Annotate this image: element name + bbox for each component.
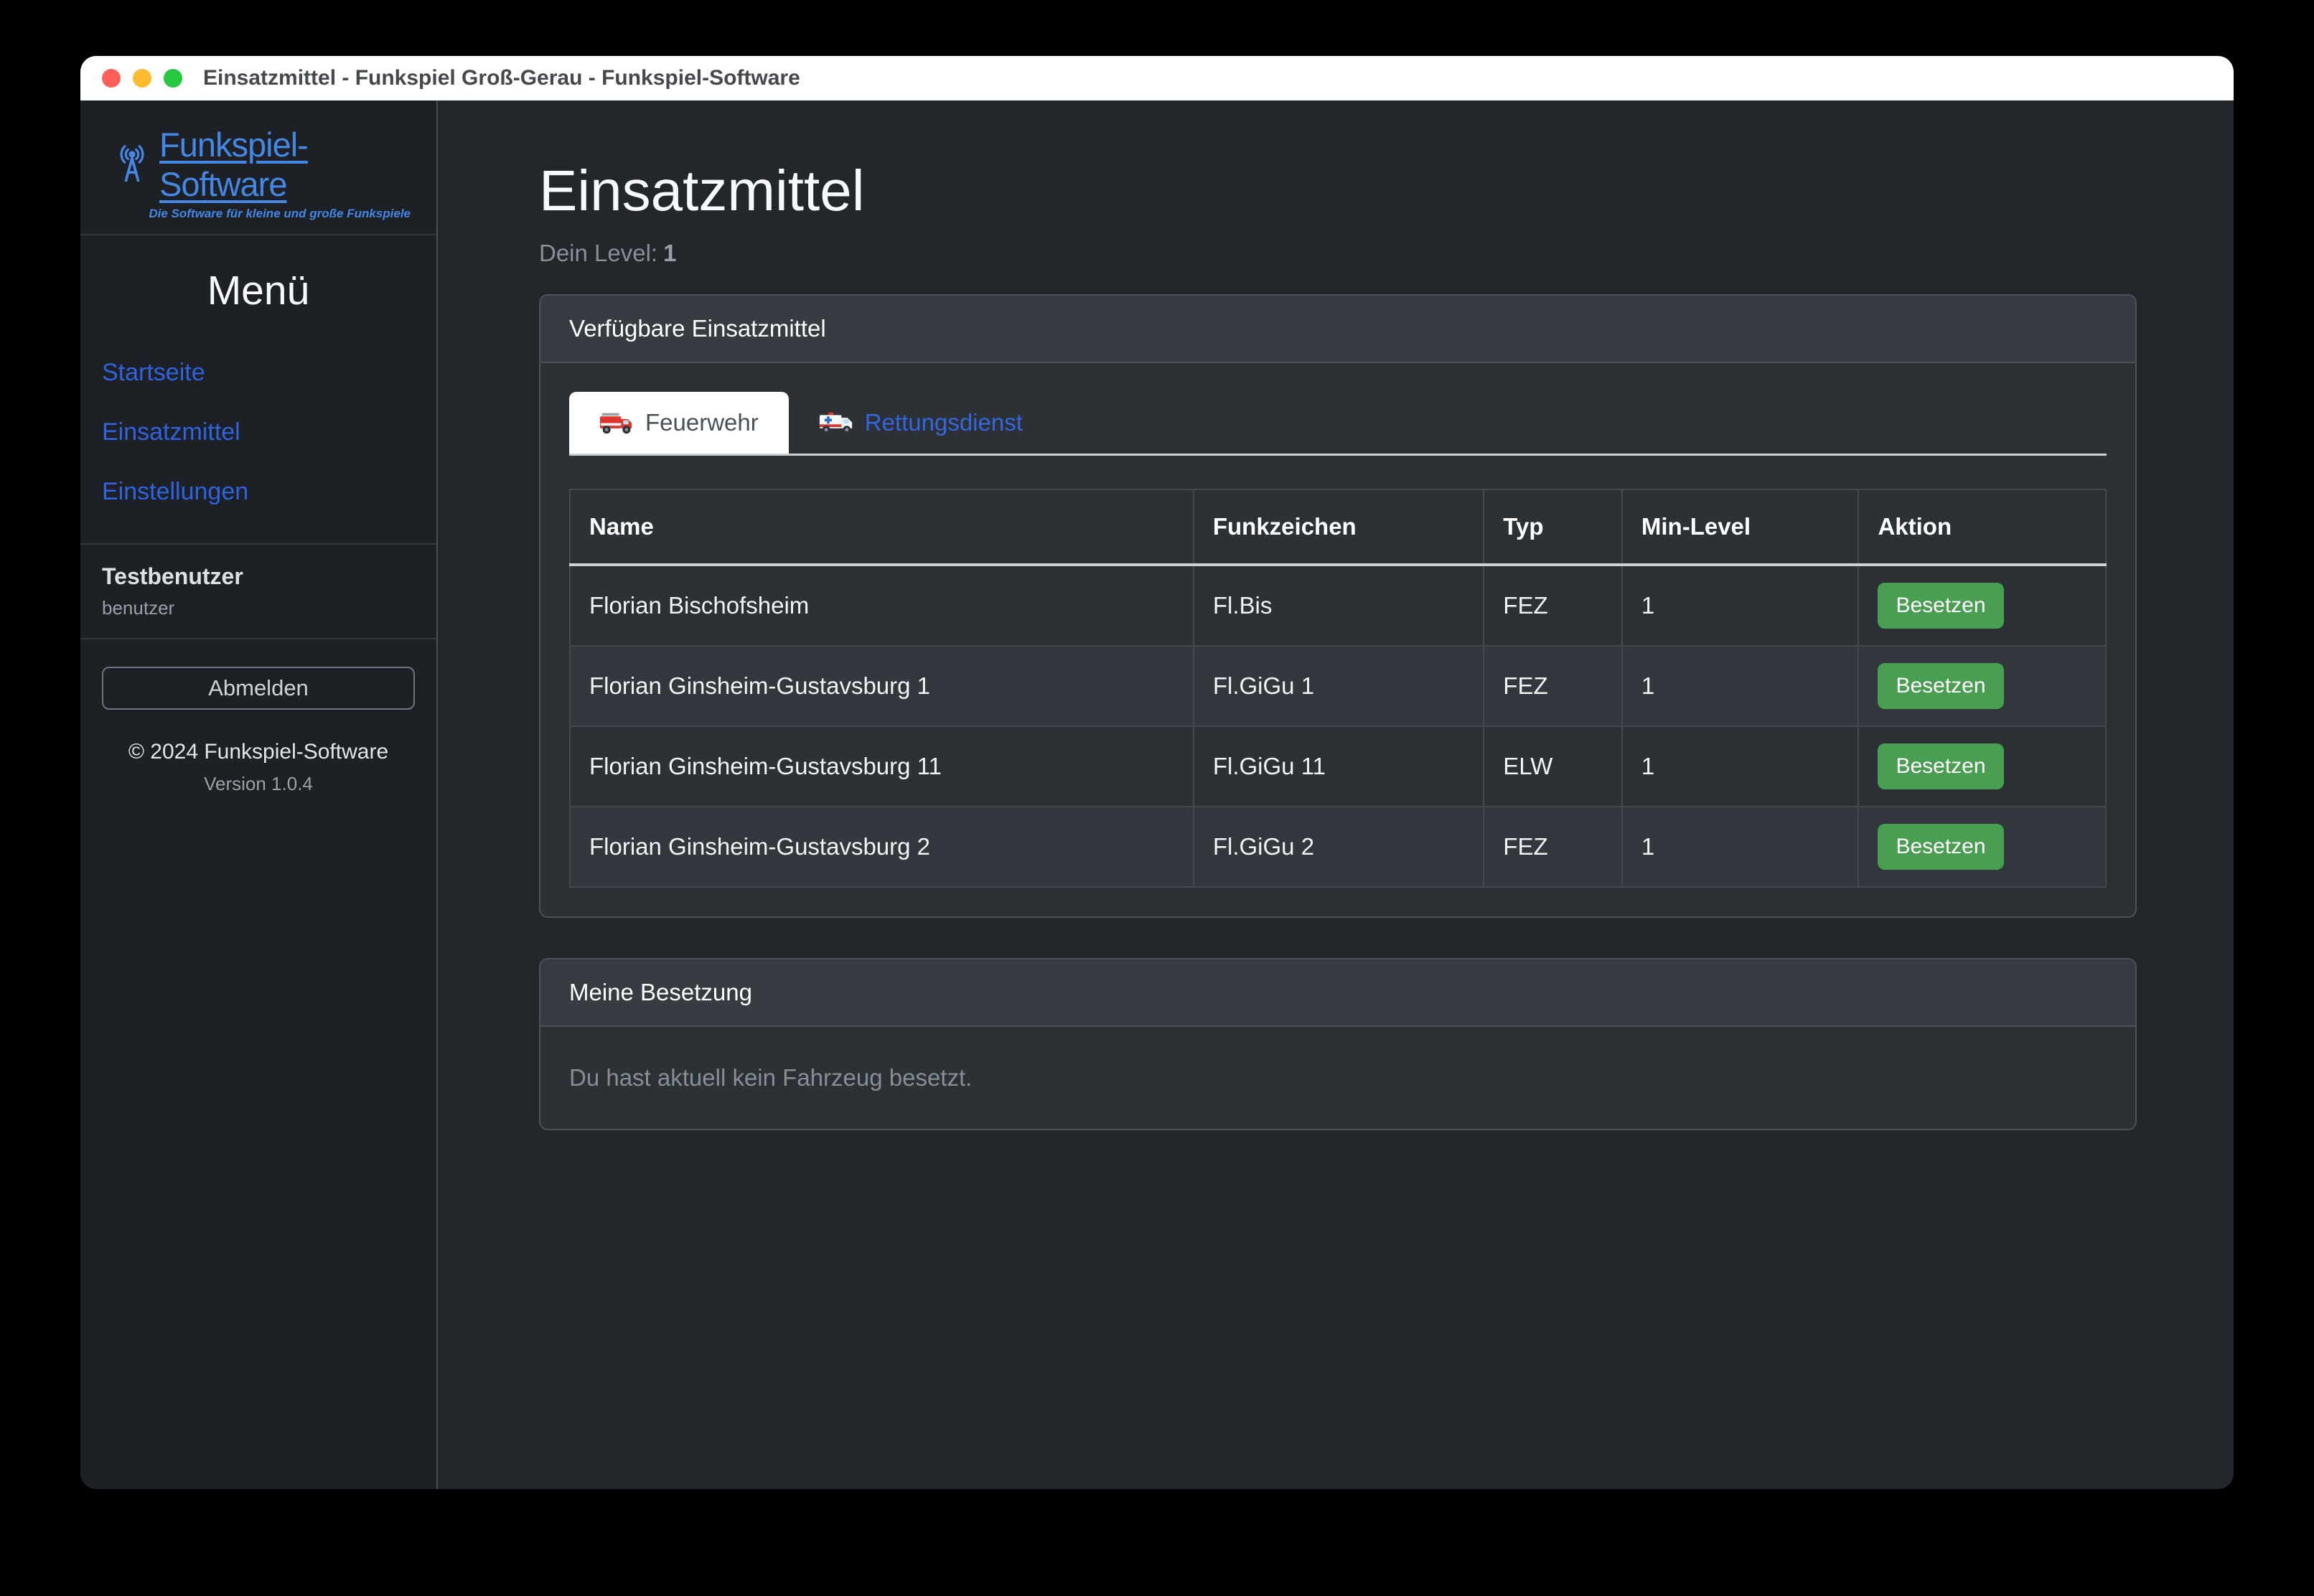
besetzen-button[interactable]: Besetzen — [1878, 824, 2003, 870]
available-card: Verfügbare Einsatzmittel — [539, 294, 2137, 918]
sidebar: Funkspiel-Software Die Software für klei… — [80, 100, 438, 1489]
cell-min-level: 1 — [1622, 565, 1859, 646]
copyright: © 2024 Funkspiel-Software — [80, 740, 436, 764]
user-block: Testbenutzer benutzer — [80, 543, 436, 639]
cell-aktion: Besetzen — [1858, 565, 2106, 646]
logo-tagline: Die Software für kleine und große Funksp… — [112, 207, 411, 221]
app-window: Einsatzmittel - Funkspiel Groß-Gerau - F… — [80, 56, 2234, 1489]
logout-button[interactable]: Abmelden — [102, 667, 415, 710]
column-header-typ: Typ — [1484, 489, 1622, 565]
cell-min-level: 1 — [1622, 646, 1859, 726]
cell-aktion: Besetzen — [1858, 807, 2106, 887]
antenna-icon — [112, 142, 152, 187]
column-header-min-level: Min-Level — [1622, 489, 1859, 565]
fire-truck-icon — [599, 410, 634, 436]
ambulance-icon — [819, 410, 853, 436]
table-row: Florian Ginsheim-Gustavsburg 11 Fl.GiGu … — [570, 726, 2106, 807]
zoom-button[interactable] — [164, 69, 182, 88]
occupancy-card-header: Meine Besetzung — [540, 959, 2135, 1027]
minimize-button[interactable] — [133, 69, 151, 88]
close-button[interactable] — [102, 69, 121, 88]
table-row: Florian Bischofsheim Fl.Bis FEZ 1 Besetz… — [570, 565, 2106, 646]
sidebar-item-einsatzmittel[interactable]: Einsatzmittel — [80, 403, 436, 462]
cell-name: Florian Ginsheim-Gustavsburg 11 — [570, 726, 1194, 807]
cell-typ: ELW — [1484, 726, 1622, 807]
occupancy-empty-text: Du hast aktuell kein Fahrzeug besetzt. — [569, 1064, 2107, 1092]
level-value: 1 — [663, 240, 676, 266]
column-header-aktion: Aktion — [1858, 489, 2106, 565]
cell-aktion: Besetzen — [1858, 646, 2106, 726]
resources-table: Name Funkzeichen Typ Min-Level Aktion Fl… — [569, 489, 2107, 888]
sidebar-item-startseite[interactable]: Startseite — [80, 343, 436, 403]
user-role: benutzer — [102, 597, 415, 619]
cell-funkzeichen: Fl.GiGu 2 — [1194, 807, 1484, 887]
window-titlebar: Einsatzmittel - Funkspiel Groß-Gerau - F… — [80, 56, 2234, 100]
version: Version 1.0.4 — [80, 773, 436, 795]
cell-funkzeichen: Fl.GiGu 11 — [1194, 726, 1484, 807]
table-row: Florian Ginsheim-Gustavsburg 1 Fl.GiGu 1… — [570, 646, 2106, 726]
column-header-name: Name — [570, 489, 1194, 565]
window-title: Einsatzmittel - Funkspiel Groß-Gerau - F… — [203, 66, 800, 90]
logo-link[interactable]: Funkspiel-Software Die Software für klei… — [112, 125, 411, 221]
cell-typ: FEZ — [1484, 807, 1622, 887]
cell-min-level: 1 — [1622, 726, 1859, 807]
user-name: Testbenutzer — [102, 563, 415, 590]
logo-block: Funkspiel-Software Die Software für klei… — [80, 100, 436, 235]
resources-table-wrap: Name Funkzeichen Typ Min-Level Aktion Fl… — [569, 489, 2107, 888]
page-title: Einsatzmittel — [539, 162, 2137, 220]
besetzen-button[interactable]: Besetzen — [1878, 743, 2003, 789]
logo-text: Funkspiel-Software — [159, 125, 411, 204]
besetzen-button[interactable]: Besetzen — [1878, 583, 2003, 629]
level-label: Dein Level: — [539, 240, 657, 266]
table-row: Florian Ginsheim-Gustavsburg 2 Fl.GiGu 2… — [570, 807, 2106, 887]
tab-feuerwehr-label: Feuerwehr — [645, 409, 759, 436]
cell-min-level: 1 — [1622, 807, 1859, 887]
cell-aktion: Besetzen — [1858, 726, 2106, 807]
cell-typ: FEZ — [1484, 646, 1622, 726]
app-frame: Funkspiel-Software Die Software für klei… — [80, 100, 2234, 1489]
occupancy-card: Meine Besetzung Du hast aktuell kein Fah… — [539, 958, 2137, 1130]
tab-feuerwehr[interactable]: Feuerwehr — [569, 392, 789, 454]
cell-typ: FEZ — [1484, 565, 1622, 646]
tab-rettungsdienst-label: Rettungsdienst — [865, 409, 1023, 436]
cell-funkzeichen: Fl.GiGu 1 — [1194, 646, 1484, 726]
cell-name: Florian Bischofsheim — [570, 565, 1194, 646]
available-card-body: Feuerwehr — [540, 363, 2135, 916]
sidebar-item-einstellungen[interactable]: Einstellungen — [80, 462, 436, 522]
menu-title: Menü — [80, 267, 436, 314]
cell-name: Florian Ginsheim-Gustavsburg 2 — [570, 807, 1194, 887]
column-header-funkzeichen: Funkzeichen — [1194, 489, 1484, 565]
main-content: Einsatzmittel Dein Level:1 Verfügbare Ei… — [438, 100, 2234, 1489]
table-header-row: Name Funkzeichen Typ Min-Level Aktion — [570, 489, 2106, 565]
available-card-header: Verfügbare Einsatzmittel — [540, 296, 2135, 363]
vehicle-tabs: Feuerwehr — [569, 392, 2107, 456]
occupancy-card-body: Du hast aktuell kein Fahrzeug besetzt. — [540, 1027, 2135, 1129]
cell-funkzeichen: Fl.Bis — [1194, 565, 1484, 646]
cell-name: Florian Ginsheim-Gustavsburg 1 — [570, 646, 1194, 726]
tab-rettungsdienst[interactable]: Rettungsdienst — [789, 392, 1053, 454]
level-line: Dein Level:1 — [539, 240, 2137, 267]
besetzen-button[interactable]: Besetzen — [1878, 663, 2003, 709]
sidebar-menu: Startseite Einsatzmittel Einstellungen — [80, 314, 436, 543]
